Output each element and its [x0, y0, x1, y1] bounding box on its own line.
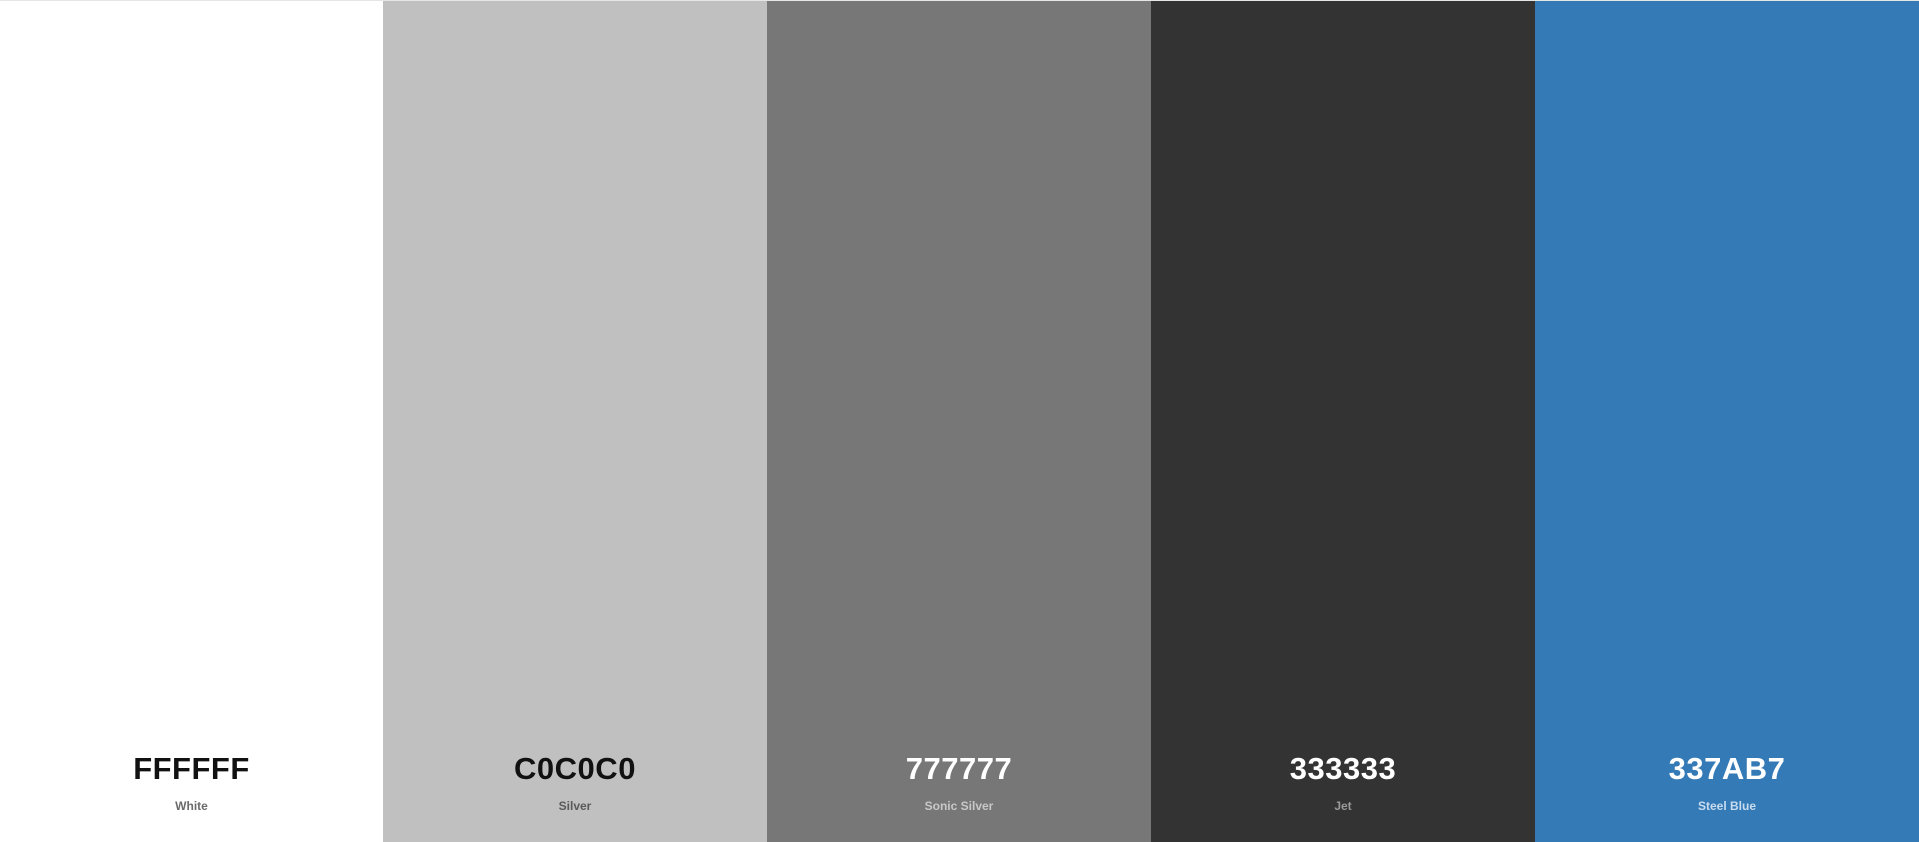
swatch-jet[interactable]: 333333 Jet [1151, 1, 1535, 842]
swatch-steel-blue[interactable]: 337AB7 Steel Blue [1535, 1, 1919, 842]
color-palette: FFFFFF White C0C0C0 Silver 777777 Sonic … [0, 0, 1919, 842]
color-name: Sonic Silver [924, 799, 994, 813]
swatch-silver[interactable]: C0C0C0 Silver [383, 1, 767, 842]
color-name: Silver [558, 799, 592, 813]
hex-code[interactable]: 777777 [906, 753, 1012, 784]
hex-code[interactable]: 337AB7 [1669, 753, 1786, 784]
color-name: Jet [1334, 799, 1352, 813]
hex-code[interactable]: C0C0C0 [514, 753, 636, 784]
swatch-white[interactable]: FFFFFF White [0, 1, 383, 842]
hex-code[interactable]: 333333 [1290, 753, 1396, 784]
swatch-sonic-silver[interactable]: 777777 Sonic Silver [767, 1, 1151, 842]
color-name: Steel Blue [1697, 799, 1757, 813]
color-name: White [175, 799, 208, 813]
hex-code[interactable]: FFFFFF [133, 753, 250, 784]
